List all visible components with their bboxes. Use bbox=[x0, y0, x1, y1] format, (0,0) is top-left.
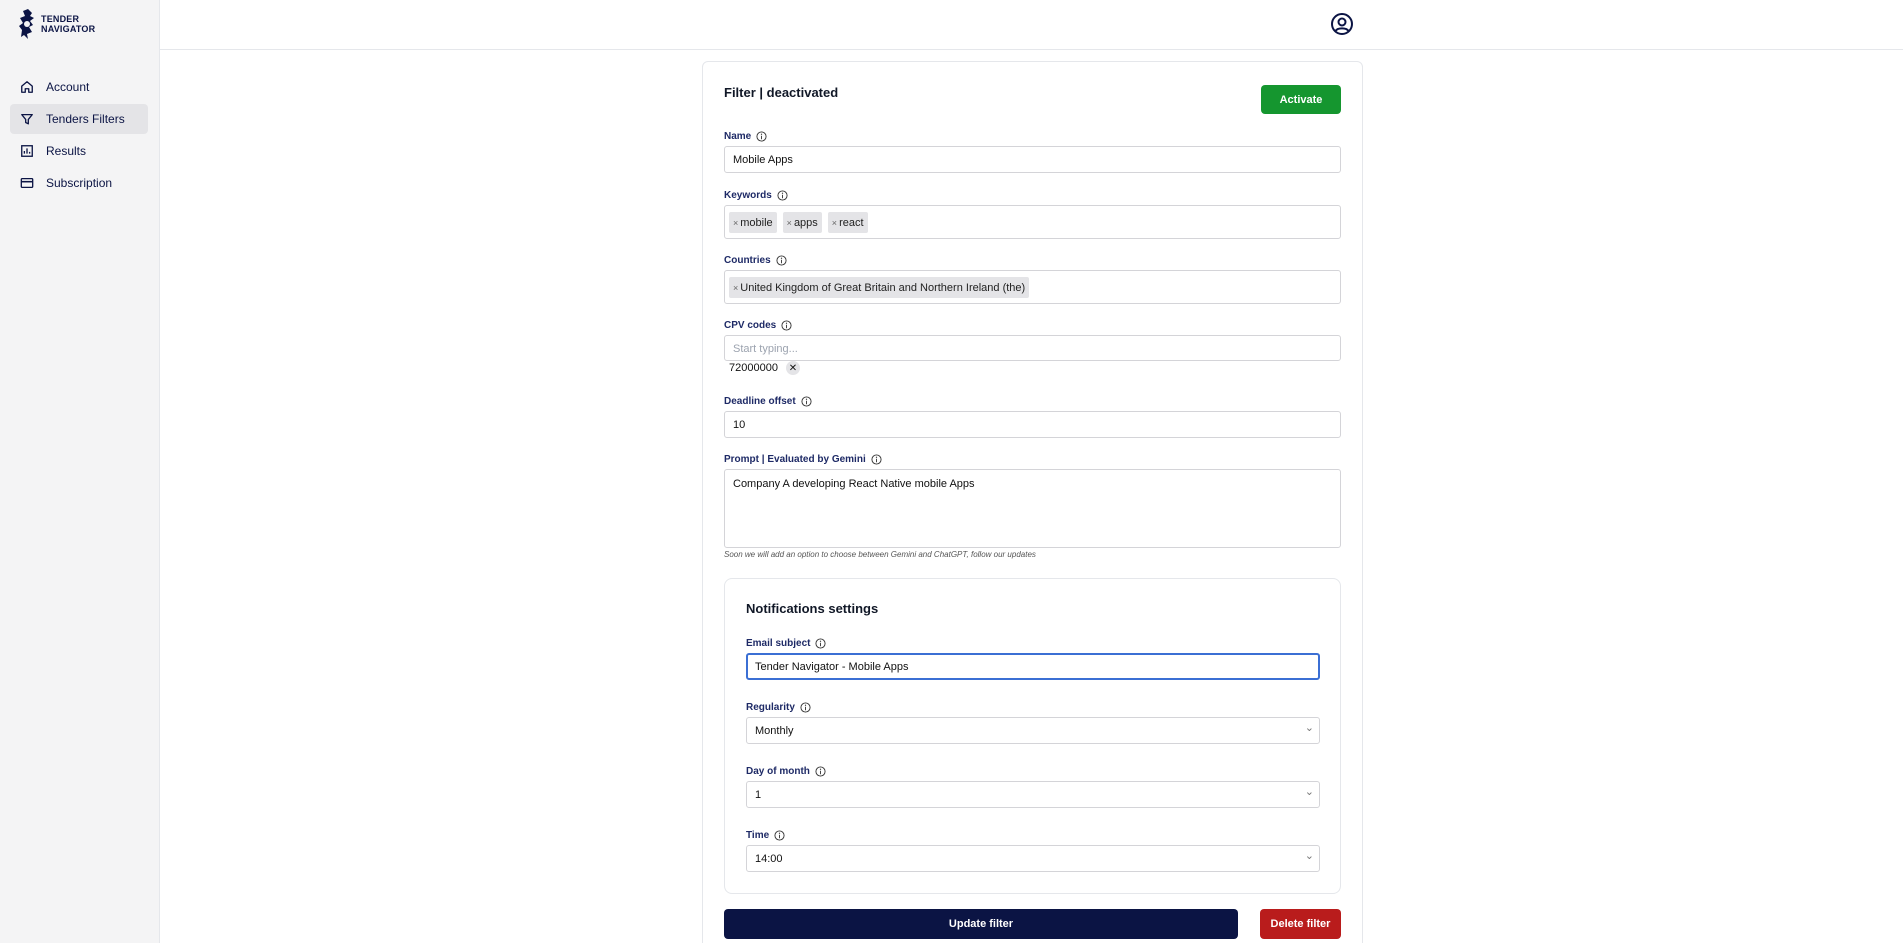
day-of-month-label-text: Day of month bbox=[746, 766, 810, 777]
tag-text: United Kingdom of Great Britain and Nort… bbox=[740, 281, 1026, 294]
info-icon[interactable] bbox=[801, 396, 812, 407]
logo-icon bbox=[19, 9, 34, 39]
info-icon[interactable] bbox=[776, 255, 787, 266]
day-of-month-label: Day of month bbox=[746, 766, 826, 777]
sidebar-item-results[interactable]: Results bbox=[10, 136, 148, 166]
email-subject-label: Email subject bbox=[746, 638, 827, 649]
time-label-text: Time bbox=[746, 830, 770, 841]
prompt-label-text: Prompt | Evaluated by Gemini bbox=[724, 454, 866, 465]
activate-button[interactable]: Activate bbox=[1261, 85, 1341, 114]
sidebar-item-label: Tenders Filters bbox=[46, 112, 125, 126]
sidebar-item-label: Subscription bbox=[46, 176, 113, 190]
country-tag: × United Kingdom of Great Britain and Nor… bbox=[729, 277, 1030, 298]
filter-title: Filter | deactivated bbox=[724, 85, 839, 100]
top-header bbox=[160, 0, 1903, 50]
prompt-hint: Soon we will add an option to choose bet… bbox=[724, 550, 1036, 559]
info-icon[interactable] bbox=[815, 638, 827, 649]
cpv-label-text: CPV codes bbox=[724, 320, 777, 331]
day-of-month-value: 1 bbox=[755, 789, 762, 801]
countries-label: Countries bbox=[724, 255, 787, 266]
logo-line-2: NAVIGATOR bbox=[41, 24, 96, 34]
sidebar: TENDER NAVIGATOR Account Tenders Filters… bbox=[0, 0, 160, 943]
home-icon bbox=[21, 81, 33, 93]
keywords-label-text: Keywords bbox=[724, 190, 772, 201]
regularity-value: Monthly bbox=[755, 725, 794, 737]
deadline-label: Deadline offset bbox=[724, 396, 812, 407]
sidebar-nav: Account Tenders Filters Results Subscrip… bbox=[10, 72, 148, 200]
notifications-title: Notifications settings bbox=[746, 601, 879, 616]
remove-tag-icon[interactable]: × bbox=[787, 218, 792, 228]
remove-tag-icon[interactable]: × bbox=[832, 218, 837, 228]
delete-filter-button[interactable]: Delete filter bbox=[1260, 909, 1341, 939]
cpv-code-chip: 72000000 ✕ bbox=[729, 361, 800, 375]
info-icon[interactable] bbox=[815, 766, 826, 777]
sidebar-item-tenders-filters[interactable]: Tenders Filters bbox=[10, 104, 148, 134]
update-filter-button[interactable]: Update filter bbox=[724, 909, 1238, 939]
cpv-placeholder: Start typing... bbox=[733, 343, 798, 355]
cpv-input[interactable]: Start typing... bbox=[724, 335, 1341, 361]
time-value: 14:00 bbox=[755, 853, 783, 865]
keywords-label: Keywords bbox=[724, 190, 788, 201]
info-icon[interactable] bbox=[800, 702, 811, 713]
credit-card-icon bbox=[20, 177, 34, 189]
deadline-input[interactable]: 10 bbox=[724, 411, 1341, 438]
day-of-month-select[interactable]: 1 bbox=[746, 781, 1320, 808]
name-label: Name bbox=[724, 131, 767, 142]
countries-label-text: Countries bbox=[724, 255, 771, 266]
sidebar-item-label: Account bbox=[46, 80, 90, 94]
info-icon[interactable] bbox=[774, 830, 785, 841]
regularity-label: Regularity bbox=[746, 702, 811, 713]
keywords-input[interactable]: × mobile × apps × react bbox=[724, 205, 1341, 239]
time-label: Time bbox=[746, 830, 785, 841]
filter-card: Filter | deactivated Activate Name Mobil… bbox=[702, 61, 1363, 943]
chart-icon bbox=[21, 145, 33, 157]
cpv-code-text: 72000000 bbox=[729, 362, 778, 374]
keyword-tag: × apps bbox=[782, 212, 822, 233]
remove-tag-icon[interactable]: × bbox=[733, 283, 738, 293]
remove-cpv-icon[interactable]: ✕ bbox=[785, 361, 800, 375]
prompt-textarea[interactable]: Company A developing React Native mobile… bbox=[724, 469, 1341, 548]
sidebar-item-subscription[interactable]: Subscription bbox=[10, 168, 148, 198]
logo-line-1: TENDER bbox=[41, 14, 80, 24]
keyword-tag: × react bbox=[827, 212, 868, 233]
tag-text: react bbox=[839, 216, 864, 229]
email-subject-input[interactable]: Tender Navigator - Mobile Apps bbox=[746, 653, 1320, 680]
cpv-label: CPV codes bbox=[724, 320, 792, 331]
deadline-label-text: Deadline offset bbox=[724, 396, 796, 407]
name-input[interactable]: Mobile Apps bbox=[724, 146, 1341, 173]
info-icon[interactable] bbox=[777, 190, 788, 201]
prompt-label: Prompt | Evaluated by Gemini bbox=[724, 454, 882, 465]
info-icon[interactable] bbox=[871, 454, 882, 465]
filter-icon bbox=[21, 113, 33, 125]
sidebar-item-account[interactable]: Account bbox=[10, 72, 148, 102]
user-circle-icon[interactable] bbox=[1330, 12, 1354, 36]
tag-text: mobile bbox=[740, 216, 773, 229]
tag-text: apps bbox=[793, 216, 818, 229]
regularity-select[interactable]: Monthly bbox=[746, 717, 1320, 744]
remove-tag-icon[interactable]: × bbox=[733, 218, 738, 228]
time-select[interactable]: 14:00 bbox=[746, 845, 1320, 872]
name-label-text: Name bbox=[724, 131, 752, 142]
email-subject-label-text: Email subject bbox=[746, 638, 811, 649]
sidebar-item-label: Results bbox=[46, 144, 87, 158]
info-icon[interactable] bbox=[781, 320, 792, 331]
logo-text: TENDER NAVIGATOR bbox=[41, 14, 95, 34]
countries-input[interactable]: × United Kingdom of Great Britain and Nor… bbox=[724, 270, 1341, 304]
keyword-tag: × mobile bbox=[729, 212, 777, 233]
regularity-label-text: Regularity bbox=[746, 702, 795, 713]
logo[interactable]: TENDER NAVIGATOR bbox=[18, 8, 95, 40]
info-icon[interactable] bbox=[756, 131, 767, 142]
notifications-panel: Notifications settings Email subject Ten… bbox=[724, 578, 1341, 894]
app-root: TENDER NAVIGATOR Account Tenders Filters… bbox=[0, 0, 1903, 943]
